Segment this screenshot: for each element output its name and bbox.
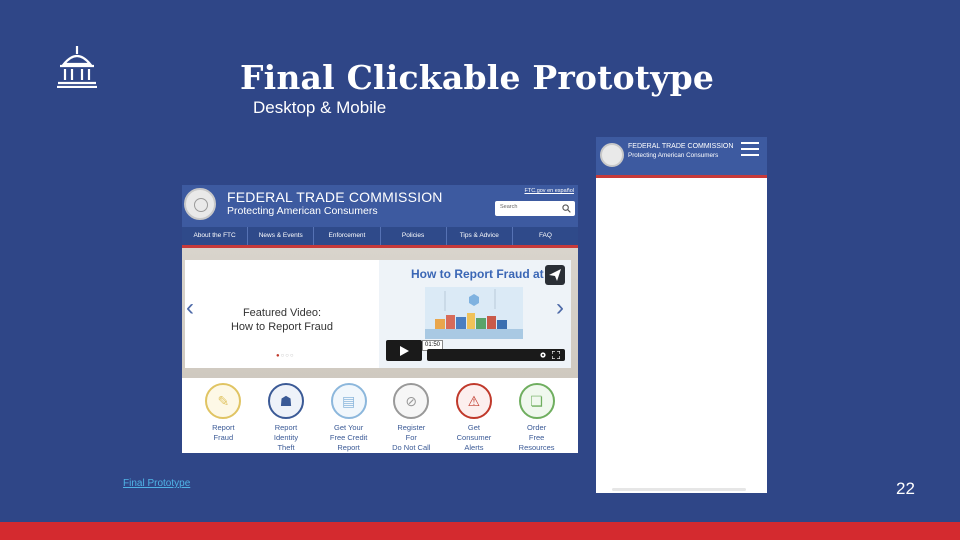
warning-icon: ⚠ — [455, 383, 492, 419]
quick-link-order-resources[interactable]: ❏ Order Free Resources — [511, 378, 563, 453]
slide-subtitle: Desktop & Mobile — [253, 98, 387, 117]
desktop-main-nav: About the FTC News & Events Enforcement … — [182, 227, 578, 245]
carousel-prev-arrow-icon[interactable]: ‹ — [186, 296, 194, 320]
featured-panel: Featured Video: How to Report Fraud ●○○○ — [185, 260, 379, 368]
quick-link-do-not-call[interactable]: ⊘ Register For Do Not Call — [385, 378, 437, 453]
quick-link-consumer-alerts[interactable]: ⚠ Get Consumer Alerts — [448, 378, 500, 453]
slide-title: Final Clickable Prototype — [240, 58, 715, 97]
mobile-site-header: FEDERAL TRADE COMMISSION Protecting Amer… — [596, 137, 767, 175]
final-prototype-link[interactable]: Final Prototype — [123, 478, 190, 489]
order-resources-icon: ❏ — [518, 383, 555, 419]
capitol-building-icon — [57, 46, 97, 88]
settings-gear-icon[interactable] — [539, 351, 547, 359]
video-title: How to Report Fraud at — [411, 267, 544, 281]
quick-link-credit-report[interactable]: ▤ Get Your Free Credit Report — [323, 378, 375, 453]
hamburger-menu-icon[interactable] — [741, 142, 759, 158]
hero-carousel: Featured Video: How to Report Fraud ●○○○… — [182, 248, 578, 378]
ftc-seal-icon — [184, 188, 216, 220]
credit-report-icon: ▤ — [330, 383, 367, 419]
nav-enforcement[interactable]: Enforcement — [314, 227, 381, 245]
play-button[interactable] — [386, 340, 422, 361]
search-placeholder: Search — [500, 204, 518, 210]
carousel-dots[interactable]: ●○○○ — [276, 353, 295, 359]
quick-link-label: Register For Do Not Call — [392, 423, 431, 452]
city-illustration-icon — [425, 287, 523, 339]
ftc-seal-icon — [600, 143, 624, 167]
quick-link-label: Order Free Resources — [518, 423, 555, 452]
quick-link-label: Report Identity Theft — [273, 423, 299, 452]
video-controls-bar[interactable] — [427, 349, 565, 361]
quick-links-row: ✎ Report Fraud ☗ Report Identity Theft ▤… — [182, 378, 578, 453]
espanol-link[interactable]: FTC.gov en español — [524, 188, 574, 194]
desktop-search-input[interactable]: Search — [495, 201, 575, 216]
nav-policies[interactable]: Policies — [381, 227, 447, 245]
mobile-prototype-screenshot: FEDERAL TRADE COMMISSION Protecting Amer… — [596, 137, 767, 493]
hacker-laptop-icon: ☗ — [267, 383, 304, 419]
mobile-tagline: Protecting American Consumers — [628, 152, 719, 159]
footer-red-bar — [0, 522, 960, 540]
no-call-phone-icon: ⊘ — [393, 383, 430, 419]
document-pen-icon: ✎ — [205, 383, 242, 419]
nav-about[interactable]: About the FTC — [182, 227, 249, 245]
desktop-prototype-screenshot: FEDERAL TRADE COMMISSION Protecting Amer… — [182, 185, 578, 453]
carousel-next-arrow-icon[interactable]: › — [556, 296, 564, 320]
desktop-tagline: Protecting American Consumers — [227, 205, 378, 217]
quick-link-label: Get Consumer Alerts — [456, 423, 492, 452]
quick-link-label: Get Your Free Credit Report — [329, 423, 368, 452]
quick-link-label: Report Fraud — [212, 423, 235, 442]
nav-news-events[interactable]: News & Events — [248, 227, 315, 245]
search-icon[interactable] — [562, 204, 571, 213]
mobile-header-divider — [596, 175, 767, 178]
quick-link-report-fraud[interactable]: ✎ Report Fraud — [197, 378, 249, 453]
quick-link-identity-theft[interactable]: ☗ Report Identity Theft — [260, 378, 312, 453]
featured-video-title: Featured Video: How to Report Fraud — [230, 307, 334, 333]
video-player[interactable]: How to Report Fraud at 01:50 — [379, 260, 571, 368]
nav-tips-advice[interactable]: Tips & Advice — [447, 227, 513, 245]
share-icon[interactable] — [545, 265, 565, 285]
desktop-site-header: FEDERAL TRADE COMMISSION Protecting Amer… — [182, 185, 578, 227]
nav-faq[interactable]: FAQ — [513, 227, 578, 245]
mobile-scrollbar[interactable] — [612, 488, 746, 491]
mobile-agency-name: FEDERAL TRADE COMMISSION — [628, 143, 734, 150]
page-number: 22 — [896, 479, 915, 498]
fullscreen-icon[interactable] — [552, 351, 560, 359]
desktop-agency-name: FEDERAL TRADE COMMISSION — [227, 189, 443, 205]
